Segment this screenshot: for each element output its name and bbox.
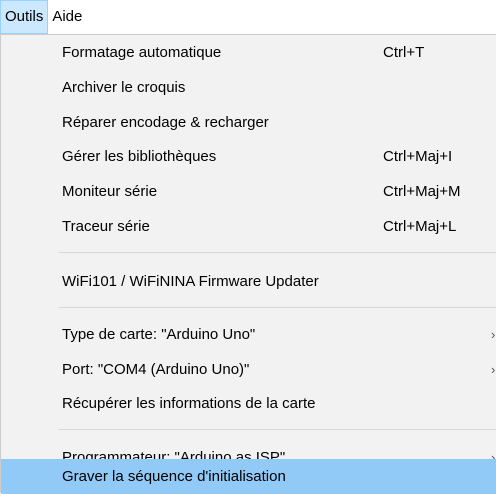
menu-item-recuperer-informations[interactable]: Récupérer les informations de la carte — [1, 387, 496, 421]
menu-item-label: Gérer les bibliothèques — [62, 148, 217, 165]
menubar: Outils Aide — [0, 0, 496, 34]
menu-item-reparer-encodage[interactable]: Réparer encodage & recharger — [1, 106, 496, 140]
menu-item-label: Type de carte: "Arduino Uno" — [62, 326, 256, 343]
menu-item-gerer-bibliotheques[interactable]: Gérer les bibliothèques Ctrl+Maj+I — [1, 140, 496, 174]
menu-item-label: Archiver le croquis — [62, 79, 186, 96]
menu-separator — [59, 429, 496, 430]
menu-item-label: Formatage automatique — [62, 44, 222, 61]
menu-item-firmware-updater[interactable]: WiFi101 / WiFiNINA Firmware Updater — [1, 265, 496, 299]
menu-item-label: Graver la séquence d'initialisation — [62, 468, 286, 485]
menu-aide[interactable]: Aide — [48, 0, 86, 34]
menu-item-label: Réparer encodage & recharger — [62, 114, 269, 131]
menu-item-port[interactable]: Port: "COM4 (Arduino Uno)" › — [1, 353, 496, 387]
menu-item-archiver-le-croquis[interactable]: Archiver le croquis — [1, 71, 496, 105]
outils-dropdown-menu: Formatage automatique Ctrl+T Archiver le… — [0, 34, 496, 494]
submenu-arrow-icon: › — [491, 327, 496, 342]
menu-item-shortcut: Ctrl+T — [383, 44, 425, 61]
menu-item-formatage-automatique[interactable]: Formatage automatique Ctrl+T — [1, 36, 496, 70]
submenu-arrow-icon: › — [491, 362, 496, 377]
menu-separator — [59, 252, 496, 253]
menu-outils[interactable]: Outils — [0, 0, 49, 34]
menu-item-label: Récupérer les informations de la carte — [62, 395, 316, 412]
menu-item-label: Traceur série — [62, 218, 150, 235]
menu-item-label: WiFi101 / WiFiNINA Firmware Updater — [62, 273, 319, 290]
menu-item-label: Moniteur série — [62, 183, 158, 200]
menu-item-shortcut: Ctrl+Maj+M — [383, 183, 461, 200]
menu-item-shortcut: Ctrl+Maj+I — [383, 148, 453, 165]
menu-item-graver-sequence-initialisation[interactable]: Graver la séquence d'initialisation — [1, 459, 496, 494]
menu-separator — [59, 307, 496, 308]
menu-item-moniteur-serie[interactable]: Moniteur série Ctrl+Maj+M — [1, 175, 496, 209]
menu-item-traceur-serie[interactable]: Traceur série Ctrl+Maj+L — [1, 210, 496, 244]
menu-item-label: Port: "COM4 (Arduino Uno)" — [62, 361, 250, 378]
menu-item-shortcut: Ctrl+Maj+L — [383, 218, 457, 235]
menu-item-type-de-carte[interactable]: Type de carte: "Arduino Uno" › — [1, 318, 496, 352]
